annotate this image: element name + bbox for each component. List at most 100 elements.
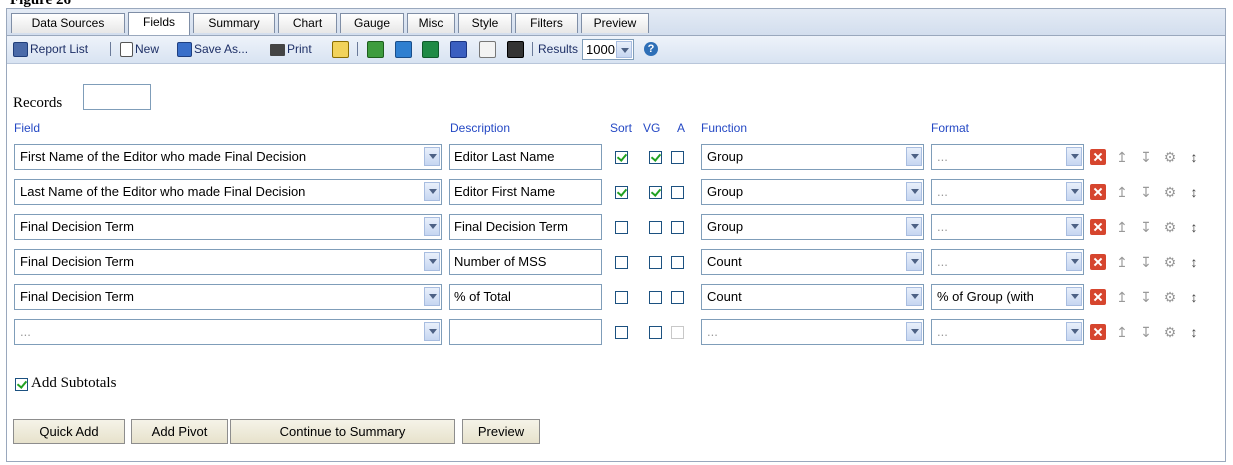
vg-checkbox[interactable] (649, 326, 662, 339)
tab-preview[interactable]: Preview (581, 13, 649, 33)
settings-gear-icon[interactable]: ⚙ (1163, 185, 1177, 199)
delete-row-icon[interactable] (1090, 324, 1106, 340)
drag-handle-icon[interactable]: ↕ (1187, 185, 1201, 199)
description-input[interactable]: Final Decision Term (449, 214, 602, 240)
a-checkbox[interactable] (671, 221, 684, 234)
field-select[interactable]: Last Name of the Editor who made Final D… (14, 179, 442, 205)
continue-to-summary-button[interactable]: Continue to Summary (230, 419, 455, 444)
export-text-button[interactable] (479, 41, 498, 59)
sql-button[interactable] (332, 41, 351, 59)
settings-gear-icon[interactable]: ⚙ (1163, 150, 1177, 164)
report-list-button[interactable]: Report List (13, 41, 88, 58)
move-down-icon[interactable]: ↧ (1139, 150, 1153, 164)
drag-handle-icon[interactable]: ↕ (1187, 220, 1201, 234)
move-up-icon[interactable]: ↥ (1115, 255, 1129, 269)
a-checkbox[interactable] (671, 186, 684, 199)
save-as-button[interactable]: Save As... (177, 41, 248, 58)
format-select[interactable]: % of Group (with (931, 284, 1084, 310)
export-xls-button[interactable] (422, 41, 441, 59)
quick-add-button[interactable]: Quick Add (13, 419, 125, 444)
export-rtf-button[interactable] (507, 41, 526, 59)
export-chart-button[interactable] (395, 41, 414, 59)
format-select[interactable]: ... (931, 249, 1084, 275)
delete-row-icon[interactable] (1090, 219, 1106, 235)
vg-checkbox[interactable] (649, 256, 662, 269)
vg-checkbox[interactable] (649, 151, 662, 164)
move-down-icon[interactable]: ↧ (1139, 290, 1153, 304)
sort-checkbox[interactable] (615, 221, 628, 234)
field-select[interactable]: First Name of the Editor who made Final … (14, 144, 442, 170)
move-up-icon[interactable]: ↥ (1115, 290, 1129, 304)
vg-checkbox[interactable] (649, 291, 662, 304)
a-checkbox[interactable] (671, 151, 684, 164)
move-up-icon[interactable]: ↥ (1115, 150, 1129, 164)
description-input[interactable]: % of Total (449, 284, 602, 310)
format-select[interactable]: ... (931, 214, 1084, 240)
tab-data-sources[interactable]: Data Sources (11, 13, 125, 33)
settings-gear-icon[interactable]: ⚙ (1163, 325, 1177, 339)
function-select[interactable]: Group (701, 144, 924, 170)
add-pivot-button[interactable]: Add Pivot (131, 419, 228, 444)
move-down-icon[interactable]: ↧ (1139, 325, 1153, 339)
description-input[interactable]: Number of MSS (449, 249, 602, 275)
tab-misc[interactable]: Misc (407, 13, 455, 33)
function-select[interactable]: Group (701, 214, 924, 240)
drag-handle-icon[interactable]: ↕ (1187, 150, 1201, 164)
drag-handle-icon[interactable]: ↕ (1187, 325, 1201, 339)
move-down-icon[interactable]: ↧ (1139, 185, 1153, 199)
description-input[interactable] (449, 319, 602, 345)
preview-button[interactable]: Preview (462, 419, 540, 444)
description-input[interactable]: Editor Last Name (449, 144, 602, 170)
delete-row-icon[interactable] (1090, 254, 1106, 270)
tab-gauge[interactable]: Gauge (340, 13, 404, 33)
tab-fields[interactable]: Fields (128, 12, 190, 35)
settings-gear-icon[interactable]: ⚙ (1163, 255, 1177, 269)
settings-gear-icon[interactable]: ⚙ (1163, 220, 1177, 234)
vg-checkbox[interactable] (649, 186, 662, 199)
tab-filters[interactable]: Filters (515, 13, 578, 33)
move-down-icon[interactable]: ↧ (1139, 220, 1153, 234)
new-button[interactable]: New (120, 41, 159, 58)
function-select[interactable]: Count (701, 249, 924, 275)
tab-style[interactable]: Style (458, 13, 512, 33)
tab-chart[interactable]: Chart (278, 13, 337, 33)
settings-gear-icon[interactable]: ⚙ (1163, 290, 1177, 304)
description-input[interactable]: Editor First Name (449, 179, 602, 205)
function-select[interactable]: ... (701, 319, 924, 345)
tab-summary[interactable]: Summary (193, 13, 275, 33)
move-up-icon[interactable]: ↥ (1115, 325, 1129, 339)
export-word-button[interactable] (450, 41, 469, 59)
delete-row-icon[interactable] (1090, 184, 1106, 200)
format-select[interactable]: ... (931, 179, 1084, 205)
move-up-icon[interactable]: ↥ (1115, 185, 1129, 199)
field-select[interactable]: ... (14, 319, 442, 345)
field-select[interactable]: Final Decision Term (14, 249, 442, 275)
vg-checkbox[interactable] (649, 221, 662, 234)
drag-handle-icon[interactable]: ↕ (1187, 255, 1201, 269)
a-checkbox[interactable] (671, 291, 684, 304)
export-excel-button[interactable] (367, 41, 386, 59)
sort-checkbox[interactable] (615, 186, 628, 199)
format-select[interactable]: ... (931, 319, 1084, 345)
add-subtotals-checkbox[interactable] (15, 378, 28, 391)
drag-handle-icon[interactable]: ↕ (1187, 290, 1201, 304)
move-down-icon[interactable]: ↧ (1139, 255, 1153, 269)
print-button[interactable]: Print (270, 41, 312, 58)
sort-checkbox[interactable] (615, 326, 628, 339)
delete-row-icon[interactable] (1090, 289, 1106, 305)
field-select[interactable]: Final Decision Term (14, 214, 442, 240)
delete-row-icon[interactable] (1090, 149, 1106, 165)
sort-checkbox[interactable] (615, 151, 628, 164)
function-select[interactable]: Group (701, 179, 924, 205)
format-select[interactable]: ... (931, 144, 1084, 170)
a-checkbox[interactable] (671, 256, 684, 269)
function-select[interactable]: Count (701, 284, 924, 310)
chevron-down-icon (424, 322, 440, 341)
sort-checkbox[interactable] (615, 256, 628, 269)
help-icon[interactable]: ? (644, 42, 658, 56)
sort-checkbox[interactable] (615, 291, 628, 304)
results-select[interactable]: 1000 (582, 39, 634, 60)
field-select[interactable]: Final Decision Term (14, 284, 442, 310)
move-up-icon[interactable]: ↥ (1115, 220, 1129, 234)
records-input[interactable] (83, 84, 151, 110)
